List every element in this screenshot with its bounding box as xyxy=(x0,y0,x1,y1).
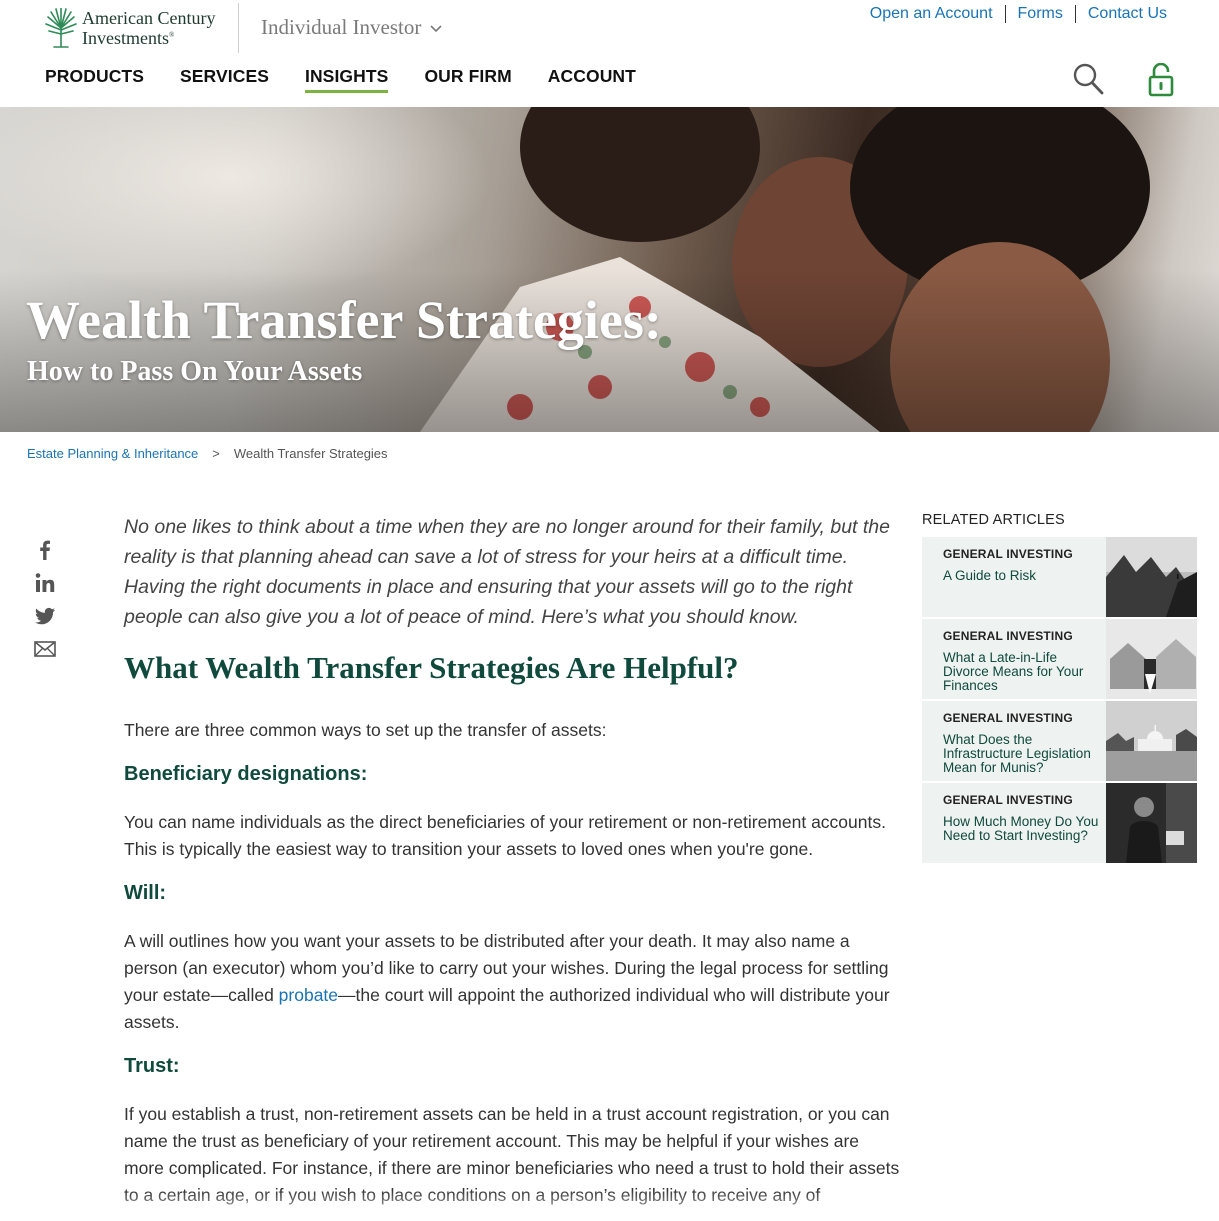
trust-paragraph: If you establish a trust, non-retirement… xyxy=(124,1104,900,1205)
beneficiary-paragraph: You can name individuals as the direct b… xyxy=(124,812,886,859)
nav-insights[interactable]: INSIGHTS xyxy=(304,66,389,93)
twitter-icon[interactable] xyxy=(33,604,57,628)
probate-link[interactable]: probate xyxy=(279,985,338,1005)
audience-label: Individual Investor xyxy=(261,15,422,39)
nav-products[interactable]: PRODUCTS xyxy=(45,66,144,93)
card-category: GENERAL INVESTING xyxy=(943,793,1073,807)
open-account-link[interactable]: Open an Account xyxy=(870,5,1005,23)
card-category: GENERAL INVESTING xyxy=(943,711,1073,725)
page-title: Wealth Transfer Strategies: xyxy=(26,290,662,350)
related-articles: RELATED ARTICLES GENERAL INVESTING A Gui… xyxy=(922,512,1197,865)
lock-icon[interactable] xyxy=(1147,63,1175,97)
facebook-icon[interactable] xyxy=(33,538,57,562)
breadcrumb-parent-link[interactable]: Estate Planning & Inheritance xyxy=(27,446,198,461)
page-subtitle: How to Pass On Your Assets xyxy=(27,356,363,387)
article-body: No one likes to think about a time when … xyxy=(124,512,900,1209)
article-lead: There are three common ways to set up th… xyxy=(124,720,607,740)
hero-banner: Wealth Transfer Strategies: How to Pass … xyxy=(0,107,1219,432)
header-divider xyxy=(238,3,239,53)
brand-logo[interactable]: American Century Investments® xyxy=(44,8,215,48)
card-title: How Much Money Do You Need to Start Inve… xyxy=(943,815,1099,843)
person-laptop-thumbnail xyxy=(1106,783,1197,863)
search-icon[interactable] xyxy=(1072,62,1104,96)
logo-line-1: American Century xyxy=(82,7,216,28)
registered-mark: ® xyxy=(169,30,175,39)
breadcrumb-separator: > xyxy=(212,446,220,461)
audience-selector[interactable]: Individual Investor xyxy=(261,15,443,40)
linkedin-icon[interactable] xyxy=(33,571,57,595)
main-nav: PRODUCTS SERVICES INSIGHTS OUR FIRM ACCO… xyxy=(45,66,672,93)
tree-logo-icon xyxy=(45,8,77,48)
will-paragraph: A will outlines how you want your assets… xyxy=(124,928,900,1036)
logo-wordmark: American Century Investments® xyxy=(82,7,216,47)
mountain-thumbnail xyxy=(1106,537,1197,617)
card-title: What Does the Infrastructure Legislation… xyxy=(943,733,1091,775)
breadcrumb: Estate Planning & Inheritance > Wealth T… xyxy=(27,446,388,461)
nav-account[interactable]: ACCOUNT xyxy=(548,66,636,93)
card-title: What a Late-in-Life Divorce Means for Yo… xyxy=(943,651,1084,693)
related-articles-title: RELATED ARTICLES xyxy=(922,512,1065,528)
utility-links: Open an Account Forms Contact Us xyxy=(870,5,1167,23)
logo-line-2: Investments® xyxy=(82,27,215,47)
related-article-card[interactable]: GENERAL INVESTING How Much Money Do You … xyxy=(922,783,1197,863)
beneficiary-heading: Beneficiary designations: xyxy=(124,763,368,785)
related-article-card[interactable]: GENERAL INVESTING What a Late-in-Life Di… xyxy=(922,619,1197,699)
breadcrumb-current: Wealth Transfer Strategies xyxy=(233,446,388,461)
logo-line-2-text: Investments xyxy=(82,27,169,48)
card-category: GENERAL INVESTING xyxy=(943,629,1073,643)
social-share-bar xyxy=(33,538,59,670)
card-category: GENERAL INVESTING xyxy=(943,547,1073,561)
trust-heading: Trust: xyxy=(124,1055,180,1077)
nav-our-firm[interactable]: OUR FIRM xyxy=(424,66,511,93)
article-intro: No one likes to think about a time when … xyxy=(124,516,890,628)
section-heading: What Wealth Transfer Strategies Are Help… xyxy=(124,650,739,685)
forms-link[interactable]: Forms xyxy=(1004,5,1075,23)
will-heading: Will: xyxy=(124,882,167,904)
site-header: American Century Investments® Individual… xyxy=(0,0,1219,107)
card-body: GENERAL INVESTING A Guide to Risk xyxy=(922,537,1106,617)
capitol-thumbnail xyxy=(1106,701,1197,781)
card-body: GENERAL INVESTING What Does the Infrastr… xyxy=(922,701,1106,781)
card-body: GENERAL INVESTING How Much Money Do You … xyxy=(922,783,1106,863)
email-icon[interactable] xyxy=(33,637,57,661)
related-article-card[interactable]: GENERAL INVESTING A Guide to Risk xyxy=(922,537,1197,617)
card-title: A Guide to Risk xyxy=(943,569,1037,583)
chevron-down-icon xyxy=(430,24,442,32)
card-body: GENERAL INVESTING What a Late-in-Life Di… xyxy=(922,619,1106,699)
nav-services[interactable]: SERVICES xyxy=(180,66,269,93)
related-article-card[interactable]: GENERAL INVESTING What Does the Infrastr… xyxy=(922,701,1197,781)
house-thumbnail xyxy=(1106,619,1197,699)
contact-us-link[interactable]: Contact Us xyxy=(1074,5,1167,23)
